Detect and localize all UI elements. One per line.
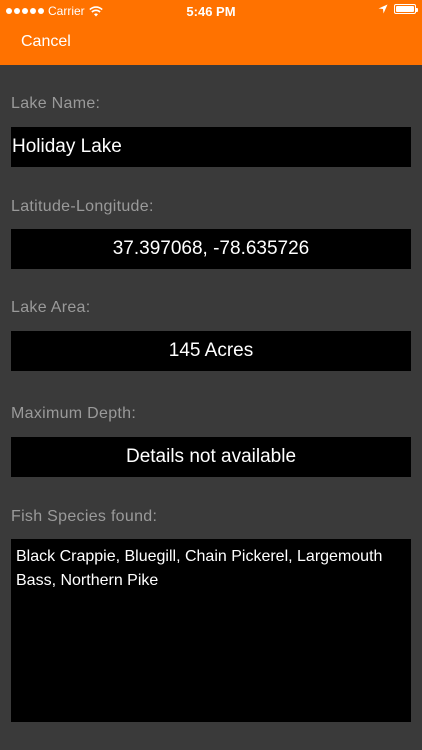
fish-species-textarea[interactable]: Black Crappie, Bluegill, Chain Pickerel,…	[11, 539, 411, 722]
latlng-label: Latitude-Longitude:	[11, 198, 154, 215]
battery-icon	[394, 4, 418, 14]
lake-area-field[interactable]: 145 Acres	[11, 331, 411, 371]
fish-species-label: Fish Species found:	[11, 508, 158, 525]
latlng-field[interactable]: 37.397068, -78.635726	[11, 229, 411, 269]
lake-area-label: Lake Area:	[11, 299, 91, 316]
status-right	[378, 4, 418, 14]
max-depth-field[interactable]: Details not available	[11, 437, 411, 477]
status-time: 5:46 PM	[186, 4, 236, 19]
cancel-button[interactable]: Cancel	[21, 33, 71, 51]
max-depth-label: Maximum Depth:	[11, 405, 137, 422]
status-bar: Carrier 5:46 PM	[0, 0, 422, 22]
lake-name-field[interactable]: Holiday Lake	[11, 127, 411, 167]
location-arrow-icon	[378, 4, 388, 14]
lake-name-label: Lake Name:	[11, 95, 101, 112]
header: Carrier 5:46 PM Cancel	[0, 0, 422, 65]
